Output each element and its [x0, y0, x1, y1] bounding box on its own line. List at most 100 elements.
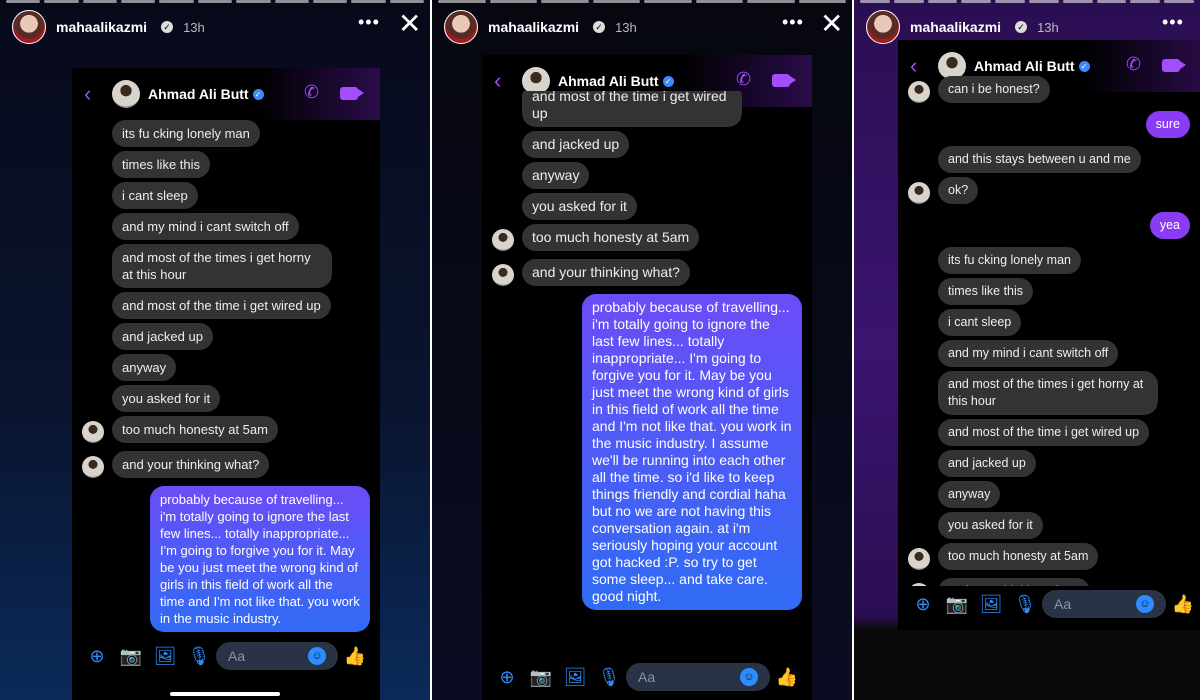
progress-segment: [747, 0, 795, 3]
plus-icon[interactable]: ⊕: [490, 667, 524, 688]
emoji-icon[interactable]: ☺: [1136, 595, 1154, 613]
contact-avatar[interactable]: [112, 80, 140, 108]
progress-segment: [6, 0, 41, 3]
message-bubble: and my mind i cant switch off: [938, 340, 1119, 367]
received-message: and your thinking what?: [898, 578, 1200, 586]
close-icon[interactable]: ✕: [398, 10, 421, 38]
message-list[interactable]: and most of the time i get wired up and j…: [482, 91, 812, 655]
story-username[interactable]: mahaalikazmi: [910, 19, 1001, 35]
video-call-icon[interactable]: [340, 87, 364, 100]
chat-screenshot: ‹ Ahmad Ali Butt ✓ ✆ and most of the time i …: [482, 55, 812, 700]
progress-segment: [82, 0, 118, 3]
video-call-icon[interactable]: [772, 74, 796, 87]
message-bubble: you asked for it: [938, 512, 1043, 539]
progress-segment: [541, 0, 589, 3]
received-message: its fu cking lonely man: [72, 120, 380, 147]
progress-segment: [236, 0, 271, 3]
received-message: anyway: [72, 354, 380, 381]
message-bubble: sure: [1145, 111, 1190, 138]
message-bubble: and jacked up: [522, 131, 630, 158]
message-bubble: anyway: [112, 354, 177, 381]
message-bubble: and most of the time i get wired up: [938, 419, 1150, 446]
message-input-placeholder: Aa: [638, 669, 656, 685]
received-message: too much honesty at 5am: [72, 416, 380, 443]
received-message: and my mind i cant switch off: [72, 213, 380, 240]
sent-message: probably because of travelling... i'm to…: [482, 294, 812, 610]
story-progress-bars: [6, 0, 424, 3]
more-options-icon[interactable]: •••: [1162, 12, 1184, 33]
progress-segment: [489, 0, 537, 3]
verified-icon: ✓: [161, 21, 174, 33]
thumbs-up-icon[interactable]: 👍: [338, 646, 372, 667]
camera-icon[interactable]: 📷: [940, 594, 974, 615]
contact-name[interactable]: Ahmad Ali Butt: [974, 58, 1075, 74]
image-icon[interactable]: 🖼: [558, 667, 592, 688]
story-username[interactable]: mahaalikazmi: [488, 19, 579, 35]
phone-icon[interactable]: ✆: [736, 69, 751, 90]
received-message: and most of the time i get wired up: [72, 292, 380, 319]
camera-icon[interactable]: 📷: [114, 646, 148, 667]
message-bubble: can i be honest?: [938, 76, 1050, 103]
story-username[interactable]: mahaalikazmi: [56, 19, 147, 35]
received-message: and jacked up: [482, 131, 812, 158]
progress-segment: [159, 0, 194, 3]
sender-avatar: [908, 182, 930, 204]
sent-message: sure: [898, 111, 1200, 138]
message-bubble: and most of the time i get wired up: [522, 91, 742, 127]
thumbs-up-icon[interactable]: 👍: [1166, 594, 1200, 615]
message-composer: ⊕ 📷 🖼 🎙 Aa ☺ 👍: [72, 642, 380, 670]
received-message: its fu cking lonely man: [898, 247, 1200, 274]
message-bubble: you asked for it: [522, 193, 637, 220]
image-icon[interactable]: 🖼: [148, 646, 182, 667]
message-list[interactable]: can i be honest? sure and this stays betwe…: [898, 76, 1200, 586]
progress-segment: [438, 0, 486, 3]
image-icon[interactable]: 🖼: [974, 594, 1008, 615]
message-list[interactable]: its fu cking lonely man times like this i …: [72, 120, 380, 690]
plus-icon[interactable]: ⊕: [80, 646, 114, 667]
back-icon[interactable]: ‹: [84, 81, 106, 107]
story-avatar[interactable]: [444, 10, 478, 44]
thumbs-up-icon[interactable]: 👍: [770, 667, 804, 688]
contact-name[interactable]: Ahmad Ali Butt: [558, 73, 659, 89]
video-call-icon[interactable]: [1162, 59, 1186, 72]
received-message: too much honesty at 5am: [898, 543, 1200, 570]
message-input[interactable]: Aa ☺: [1042, 590, 1166, 618]
more-options-icon[interactable]: •••: [782, 12, 804, 33]
message-input-placeholder: Aa: [1054, 596, 1072, 612]
plus-icon[interactable]: ⊕: [906, 594, 940, 615]
progress-segment: [1096, 0, 1127, 3]
message-input[interactable]: Aa ☺: [216, 642, 338, 670]
progress-segment: [961, 0, 992, 3]
story-panel-1: mahaalikazmi ✓ 13h ••• ✕ ‹ Ahmad Ali Butt ✓ ✆ its…: [0, 0, 430, 700]
progress-segment: [1130, 0, 1161, 3]
received-message: and your thinking what?: [72, 451, 380, 478]
received-message: anyway: [482, 162, 812, 189]
emoji-icon[interactable]: ☺: [740, 668, 758, 686]
close-icon[interactable]: ✕: [820, 10, 843, 38]
phone-icon[interactable]: ✆: [1126, 54, 1141, 75]
phone-icon[interactable]: ✆: [304, 82, 319, 103]
message-input[interactable]: Aa ☺: [626, 663, 770, 691]
mic-icon[interactable]: 🎙: [1008, 594, 1042, 615]
progress-segment: [893, 0, 924, 3]
emoji-icon[interactable]: ☺: [308, 647, 326, 665]
verified-icon: ✓: [1078, 60, 1090, 72]
camera-icon[interactable]: 📷: [524, 667, 558, 688]
more-options-icon[interactable]: •••: [358, 12, 380, 33]
progress-segment: [389, 0, 424, 3]
received-message: can i be honest?: [898, 76, 1200, 103]
story-avatar[interactable]: [12, 10, 46, 44]
chat-screenshot: ‹ Ahmad Ali Butt ✓ ✆ can i be honest? sure and…: [898, 40, 1200, 630]
received-message: ok?: [898, 177, 1200, 204]
home-indicator[interactable]: [170, 692, 280, 696]
message-bubble: and your thinking what?: [522, 259, 690, 286]
message-bubble: and most of the time i get wired up: [112, 292, 331, 319]
sender-avatar: [908, 583, 930, 586]
mic-icon[interactable]: 🎙: [592, 667, 626, 688]
sender-avatar: [908, 81, 930, 103]
story-avatar[interactable]: [866, 10, 900, 44]
mic-icon[interactable]: 🎙: [182, 646, 216, 667]
progress-segment: [274, 0, 309, 3]
contact-name[interactable]: Ahmad Ali Butt: [148, 86, 249, 102]
progress-segment: [44, 0, 79, 3]
